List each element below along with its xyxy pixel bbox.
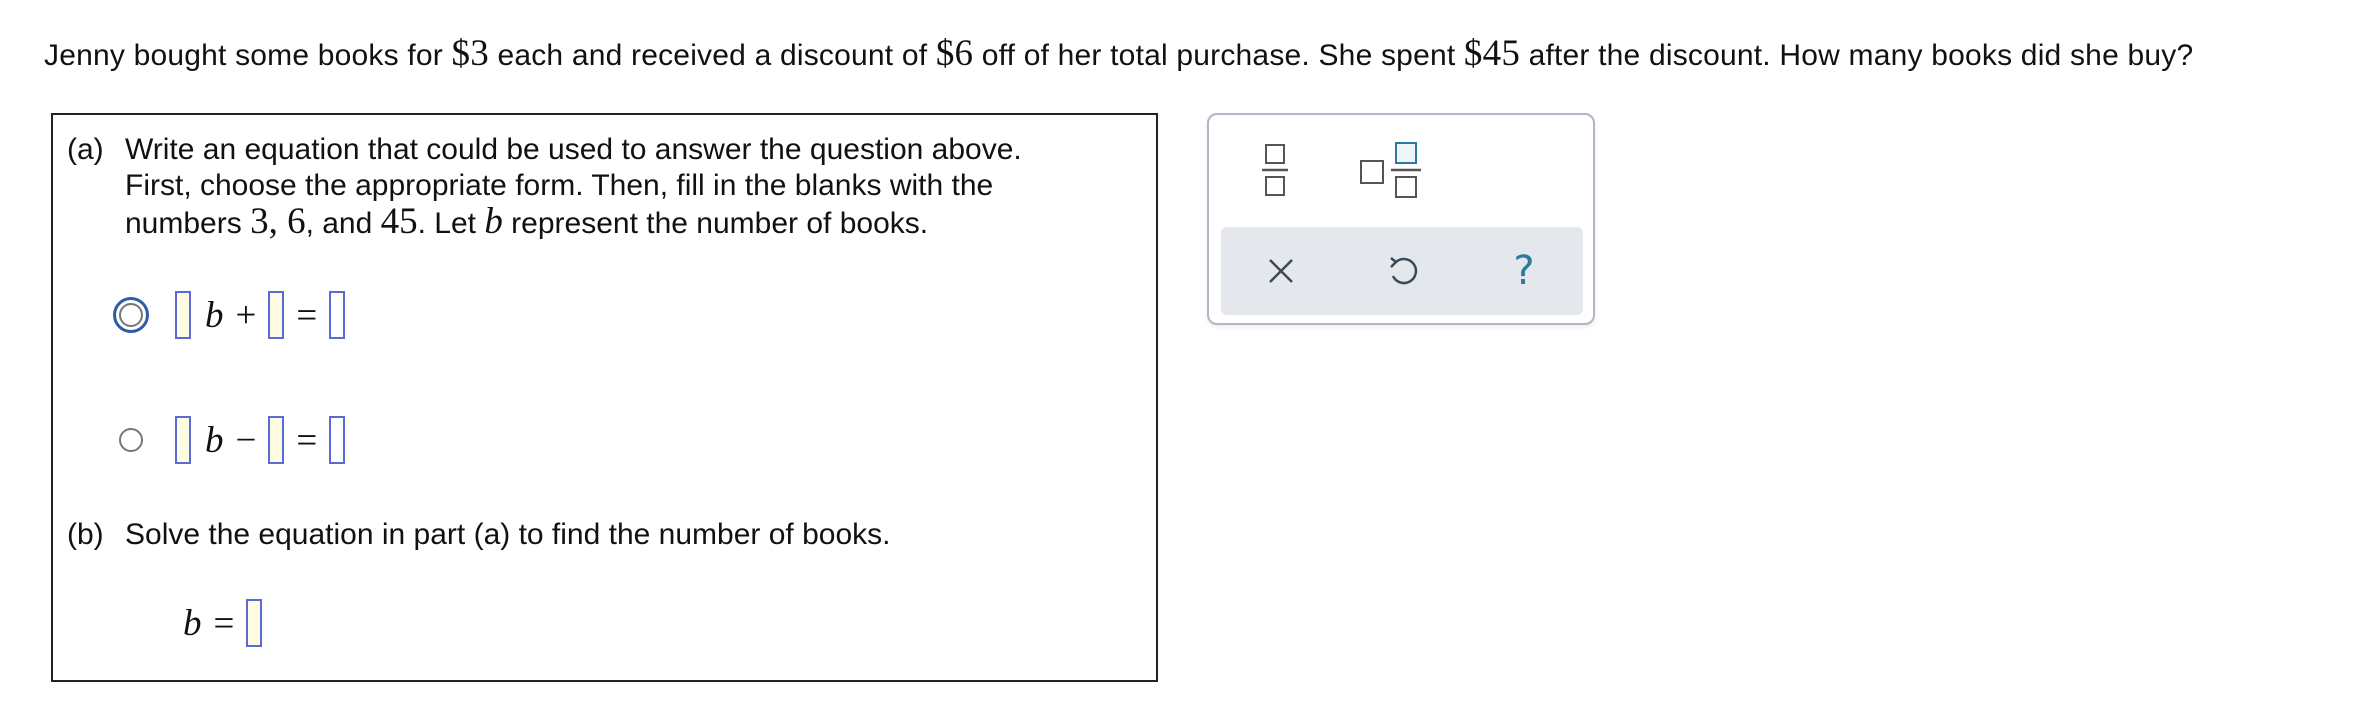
part-b-tag: (b)	[67, 518, 104, 551]
part-b-text: Solve the equation in part (a) to find t…	[125, 518, 891, 551]
option-plus-constant-blank[interactable]	[268, 291, 285, 339]
mixed-number-icon[interactable]	[1359, 141, 1425, 201]
answer-equals: =	[213, 602, 235, 644]
total-value: $45	[1463, 33, 1521, 74]
part-a-line-3: numbers 3, 6, and 45. Let b represent th…	[125, 201, 929, 242]
part-a-line-2: First, choose the appropriate form. Then…	[125, 169, 994, 202]
problem-box: (a) Write an equation that could be used…	[51, 113, 1158, 682]
equation-option-minus[interactable]: b − =	[119, 410, 346, 470]
option-minus-radio[interactable]	[119, 428, 143, 452]
math-toolbar: ?	[1207, 113, 1595, 325]
option-minus-result-blank[interactable]	[329, 416, 346, 464]
equation-option-plus[interactable]: b + =	[113, 285, 346, 345]
option-plus-radio[interactable]	[113, 297, 149, 333]
part-a-line-1: Write an equation that could be used to …	[125, 133, 1022, 166]
part-b-instructions: (b) Solve the equation in part (a) to fi…	[67, 517, 1105, 553]
option-plus-equals: =	[296, 294, 318, 336]
answer-blank[interactable]	[246, 599, 263, 647]
question-text: Jenny bought some books for $3 each and …	[44, 33, 2194, 74]
option-minus-operator: −	[235, 419, 257, 461]
discount-value: $6	[935, 33, 974, 74]
option-minus-equals: =	[296, 419, 318, 461]
fraction-icon[interactable]	[1261, 143, 1291, 199]
part-a-tag: (a)	[67, 133, 104, 166]
answer-row: b =	[183, 593, 263, 653]
option-minus-coefficient-blank[interactable]	[175, 416, 191, 464]
action-bar: ?	[1221, 227, 1583, 315]
option-minus-constant-blank[interactable]	[268, 416, 285, 464]
option-plus-variable: b	[205, 294, 224, 336]
option-plus-operator: +	[235, 294, 257, 336]
clear-icon[interactable]	[1259, 249, 1303, 293]
undo-icon[interactable]	[1381, 249, 1425, 293]
part-a-instructions: (a) Write an equation that could be used…	[67, 132, 1105, 242]
help-icon[interactable]: ?	[1502, 249, 1546, 293]
option-plus-result-blank[interactable]	[329, 291, 346, 339]
option-plus-coefficient-blank[interactable]	[175, 291, 191, 339]
answer-variable: b	[183, 602, 202, 644]
option-minus-variable: b	[205, 419, 224, 461]
cost-value: $3	[451, 33, 489, 74]
